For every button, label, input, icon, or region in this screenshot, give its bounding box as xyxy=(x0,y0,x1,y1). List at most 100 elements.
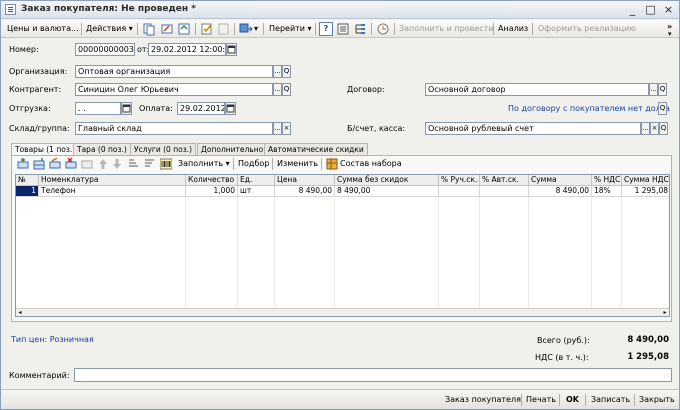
move-down-icon[interactable] xyxy=(111,158,123,170)
close-window-button[interactable]: × xyxy=(661,2,676,17)
calendar-icon[interactable] xyxy=(225,102,236,115)
close-button[interactable]: Закрыть xyxy=(639,393,675,407)
delete-row-icon[interactable] xyxy=(65,157,77,170)
prices-currency-button[interactable]: Цены и валюта... xyxy=(5,22,81,36)
column-header[interactable]: % Руч.ск. xyxy=(439,175,480,186)
table-cell[interactable]: 8 490,00 xyxy=(529,186,592,197)
bottom-bar: Заказ покупателя Печать OK Записать Закр… xyxy=(1,389,679,409)
goods-table[interactable]: № Номенклатура Количество Ед. Цена Сумма… xyxy=(15,174,670,317)
organization-field[interactable]: Оптовая организация xyxy=(75,65,273,78)
price-type-link[interactable]: Тип цен: Розничная xyxy=(11,335,94,344)
change-button[interactable]: Изменить xyxy=(275,157,320,171)
sort-ascending-icon[interactable] xyxy=(127,158,139,170)
scroll-left-icon[interactable]: ◂ xyxy=(16,309,24,316)
sort-descending-icon[interactable] xyxy=(143,158,155,170)
tab-containers[interactable]: Тара (0 поз.) xyxy=(73,143,131,155)
copy-icon[interactable] xyxy=(142,22,156,36)
column-header[interactable]: Ед. xyxy=(238,175,275,186)
search-icon[interactable]: Q xyxy=(282,83,291,96)
copy-row-icon[interactable] xyxy=(33,158,45,170)
table-cell[interactable]: 1 xyxy=(16,186,39,197)
table-cell[interactable]: 18% xyxy=(592,186,622,197)
dropdown-arrow-icon[interactable]: ▾ xyxy=(666,27,674,41)
history-icon[interactable] xyxy=(376,22,390,36)
search-icon[interactable]: Q xyxy=(658,83,667,96)
date-field[interactable]: 29.02.2012 12:00:00 xyxy=(148,43,226,56)
fill-menu[interactable]: Заполнить ▾ xyxy=(176,157,232,171)
calendar-icon[interactable] xyxy=(226,43,237,56)
contract-field[interactable]: Основной договор xyxy=(425,83,649,96)
move-up-icon[interactable] xyxy=(97,158,109,170)
barcode-icon[interactable] xyxy=(159,158,173,170)
column-header[interactable]: % Авт.ск. xyxy=(480,175,529,186)
goto-menu[interactable]: Перейти ▾ xyxy=(267,22,314,36)
table-cell[interactable]: 8 490,00 xyxy=(275,186,335,197)
structure-icon[interactable] xyxy=(239,22,253,36)
dropdown-arrow-icon[interactable]: ▾ xyxy=(252,22,260,36)
table-cell[interactable]: 8 490,00 xyxy=(335,186,439,197)
counterparty-field[interactable]: Синицин Олег Юрьевич xyxy=(75,83,273,96)
selection-button[interactable]: Подбор xyxy=(236,157,271,171)
search-icon[interactable]: Q xyxy=(658,102,667,115)
column-header[interactable]: Количество xyxy=(186,175,238,186)
column-header[interactable]: Сумма xyxy=(529,175,592,186)
payment-date-field[interactable]: 29.02.2012 xyxy=(177,102,225,115)
fill-and-post-button[interactable]: Заполнить и провести xyxy=(397,22,495,36)
table-cell[interactable]: Телефон xyxy=(39,186,186,197)
table-cell[interactable]: 1 295,08 xyxy=(622,186,669,197)
search-icon[interactable]: Q xyxy=(282,65,291,78)
horizontal-scrollbar[interactable]: ◂ ▸ xyxy=(16,308,669,316)
ok-button[interactable]: OK xyxy=(566,393,579,407)
comment-field[interactable] xyxy=(74,368,672,382)
organization-choose-button[interactable]: ... xyxy=(273,65,282,78)
account-field[interactable]: Основной рублевый счет xyxy=(425,122,641,135)
column-header[interactable]: Номенклатура xyxy=(39,175,186,186)
contract-choose-button[interactable]: ... xyxy=(649,83,658,96)
document-icon xyxy=(5,4,16,15)
table-cell[interactable]: шт xyxy=(238,186,275,197)
tab-additional[interactable]: Дополнительно xyxy=(197,143,268,155)
maximize-button[interactable]: □ xyxy=(643,2,658,17)
table-cell[interactable]: 1,000 xyxy=(186,186,238,197)
tab-services[interactable]: Услуги (0 поз.) xyxy=(130,143,196,155)
print-button[interactable]: Печать xyxy=(526,393,556,407)
warehouse-field[interactable]: Главный склад xyxy=(75,122,273,135)
comment-label: Комментарий: xyxy=(9,371,70,380)
add-row-icon[interactable] xyxy=(17,158,29,170)
column-header[interactable]: Цена xyxy=(275,175,335,186)
contract-debt-link[interactable]: По договору с покупателем нет долга xyxy=(508,104,670,113)
save-button[interactable]: Записать xyxy=(591,393,630,407)
actions-menu[interactable]: Действия ▾ xyxy=(84,22,135,36)
number-field[interactable]: 00000000003 xyxy=(75,43,135,56)
column-header[interactable]: Сумма без скидок xyxy=(335,175,439,186)
organization-label: Организация: xyxy=(9,67,68,76)
scroll-right-icon[interactable]: ▸ xyxy=(661,309,669,316)
list-icon[interactable] xyxy=(336,22,350,36)
clear-icon[interactable]: × xyxy=(282,122,291,135)
calendar-icon[interactable] xyxy=(121,102,132,115)
clear-icon[interactable]: × xyxy=(650,122,659,135)
order-print-form-button[interactable]: Заказ покупателя xyxy=(445,393,521,407)
edit-row-icon[interactable] xyxy=(49,157,61,170)
structure-tree-icon[interactable] xyxy=(353,22,367,36)
refresh-icon[interactable] xyxy=(177,22,191,36)
kit-composition-button[interactable]: Состав набора xyxy=(338,157,404,171)
warehouse-choose-button[interactable]: ... xyxy=(273,122,282,135)
table-cell[interactable] xyxy=(480,186,529,197)
tab-auto-discounts[interactable]: Автоматические скидки xyxy=(264,143,368,155)
account-choose-button[interactable]: ... xyxy=(641,122,650,135)
analysis-button[interactable]: Анализ xyxy=(496,22,530,36)
shipment-date-field[interactable]: . . xyxy=(75,102,121,115)
register-sale-button[interactable]: Оформить реализацию xyxy=(536,22,638,36)
minimize-button[interactable]: _ xyxy=(625,2,640,17)
vat-value: 1 295,08 xyxy=(627,352,669,362)
column-header[interactable]: № xyxy=(16,175,39,186)
search-icon[interactable]: Q xyxy=(659,122,668,135)
column-header[interactable]: Сумма НДС xyxy=(622,175,669,186)
post-document-icon[interactable] xyxy=(200,22,214,36)
help-icon[interactable]: ? xyxy=(319,22,333,36)
table-cell[interactable] xyxy=(439,186,480,197)
edit-icon[interactable] xyxy=(160,22,174,36)
counterparty-choose-button[interactable]: ... xyxy=(273,83,282,96)
column-header[interactable]: % НДС xyxy=(592,175,622,186)
